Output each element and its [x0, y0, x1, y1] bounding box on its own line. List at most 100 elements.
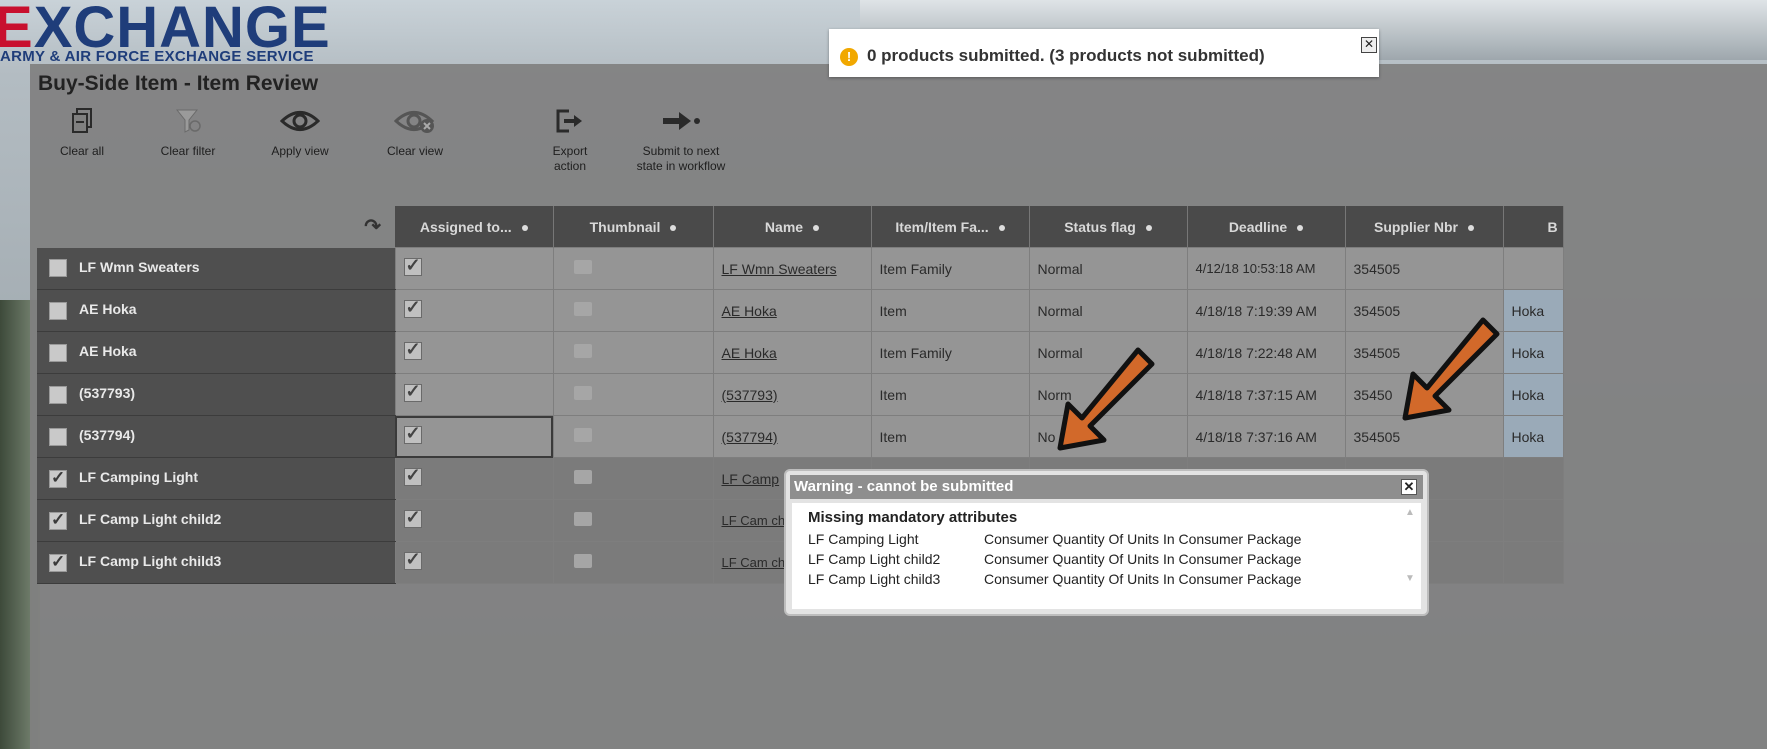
- row-checkbox[interactable]: [49, 468, 67, 488]
- thumbnail-image: [573, 470, 592, 484]
- clear-view-button[interactable]: Clear view: [374, 108, 456, 159]
- column-menu-icon[interactable]: [1145, 224, 1152, 231]
- item-type: Item Family: [870, 247, 1030, 290]
- brand: [1502, 457, 1564, 500]
- table-row[interactable]: (537794) (537794) Item No 4/18/18 7:37:1…: [37, 415, 1564, 458]
- name-link[interactable]: LF Camp: [722, 471, 780, 487]
- logo-subtitle: ARMY & AIR FORCE EXCHANGE SERVICE: [0, 48, 314, 65]
- status-flag: Normal: [1028, 289, 1188, 332]
- row-label: AE Hoka: [79, 301, 137, 318]
- row-checkbox[interactable]: [49, 427, 67, 446]
- name-link[interactable]: AE Hoka: [722, 303, 777, 319]
- clear-all-button[interactable]: Clear all: [52, 108, 112, 159]
- name-link[interactable]: LF Wmn Sweaters: [722, 261, 837, 277]
- row-checkbox[interactable]: [49, 552, 67, 572]
- eye-clear-icon: [374, 108, 456, 138]
- annotation-arrow-icon: [1402, 317, 1500, 421]
- column-assigned[interactable]: Assigned to...: [395, 206, 554, 248]
- row-label: LF Camping Light: [79, 469, 198, 486]
- column-name[interactable]: Name: [713, 206, 872, 248]
- deadline: 4/12/18 10:53:18 AM: [1186, 247, 1346, 290]
- column-brand[interactable]: B: [1503, 206, 1564, 248]
- row-checkbox[interactable]: [49, 385, 67, 404]
- brand: [1502, 541, 1564, 584]
- supplier-nbr: 354505: [1344, 247, 1504, 290]
- row-checkbox[interactable]: [49, 510, 67, 530]
- logo-trademark: ™: [318, 8, 327, 18]
- column-menu-icon[interactable]: [1468, 224, 1474, 231]
- warning-dialog-header: Warning - cannot be submitted ✕: [790, 475, 1423, 499]
- scrollbar[interactable]: ▲ ▼: [1403, 507, 1417, 605]
- thumbnail-image: [573, 260, 592, 274]
- page-title: Buy-Side Item - Item Review: [38, 72, 319, 95]
- clear-filter-button[interactable]: Clear filter: [148, 108, 228, 159]
- row-label: LF Camp Light child3: [79, 553, 222, 570]
- column-menu-icon[interactable]: [670, 224, 677, 231]
- assigned-checkbox[interactable]: [403, 465, 422, 486]
- thumbnail-image: [573, 428, 592, 442]
- apply-view-button[interactable]: Apply view: [260, 108, 340, 159]
- thumbnail-image: [573, 386, 592, 400]
- table-row[interactable]: (537793) (537793) Item Norm 4/18/18 7:37…: [37, 373, 1564, 416]
- submit-arrow-icon: [626, 108, 736, 138]
- column-supplier-nbr[interactable]: Supplier Nbr: [1345, 206, 1504, 248]
- assigned-checkbox[interactable]: [403, 381, 422, 402]
- brand: [1502, 499, 1564, 542]
- close-icon[interactable]: ✕: [1401, 479, 1417, 495]
- warning-dialog-body: Missing mandatory attributes LF Camping …: [792, 503, 1421, 609]
- close-icon[interactable]: ✕: [1361, 37, 1377, 53]
- export-action-button[interactable]: Export action: [535, 108, 605, 174]
- column-menu-icon[interactable]: [1297, 224, 1304, 231]
- thumbnail-image: [573, 554, 592, 568]
- table-row[interactable]: AE Hoka AE Hoka Item Normal 4/18/18 7:19…: [37, 289, 1564, 332]
- brand: Hoka: [1502, 331, 1564, 374]
- row-label: (537793): [79, 385, 136, 402]
- assigned-checkbox[interactable]: [403, 423, 422, 444]
- row-label: AE Hoka: [79, 343, 137, 360]
- clear-filter-icon: [148, 108, 228, 138]
- clear-all-label: Clear all: [59, 144, 104, 158]
- assigned-checkbox[interactable]: [403, 297, 422, 318]
- item-type: Item: [870, 289, 1030, 332]
- row-checkbox[interactable]: [49, 259, 67, 278]
- brand: Hoka: [1502, 415, 1564, 458]
- clear-filter-label: Clear filter: [160, 144, 216, 158]
- table-row[interactable]: AE Hoka AE Hoka Item Family Normal 4/18/…: [37, 331, 1564, 374]
- row-checkbox[interactable]: [49, 343, 67, 362]
- export-action-label: Export action: [552, 144, 588, 173]
- deadline: 4/18/18 7:22:48 AM: [1186, 331, 1346, 374]
- assigned-checkbox[interactable]: [403, 507, 422, 528]
- column-status-flag[interactable]: Status flag: [1029, 206, 1188, 248]
- name-link[interactable]: (537794): [722, 429, 778, 445]
- name-link[interactable]: AE Hoka: [722, 345, 777, 361]
- deadline: 4/18/18 7:37:16 AM: [1186, 415, 1346, 458]
- item-type: Item: [870, 415, 1030, 458]
- curve-arrow-icon[interactable]: ↷: [364, 216, 381, 238]
- brand: [1502, 247, 1564, 290]
- assigned-checkbox[interactable]: [403, 255, 422, 276]
- assigned-checkbox[interactable]: [403, 549, 422, 570]
- name-link[interactable]: (537793): [722, 387, 778, 403]
- row-label: (537794): [79, 427, 136, 444]
- submit-workflow-button[interactable]: Submit to next state in workflow: [626, 108, 736, 174]
- item-type: Item: [870, 373, 1030, 416]
- missing-attribute-row: LF Camp Light child3 Consumer Quantity Of…: [808, 571, 1302, 587]
- deadline: 4/18/18 7:19:39 AM: [1186, 289, 1346, 332]
- table-row[interactable]: LF Wmn Sweaters LF Wmn Sweaters Item Fam…: [37, 247, 1564, 290]
- deadline: 4/18/18 7:37:15 AM: [1186, 373, 1346, 416]
- eye-icon: [260, 108, 340, 138]
- thumbnail-image: [573, 512, 592, 526]
- thumbnail-image: [573, 302, 592, 316]
- item-review-panel: Buy-Side Item - Item Review Clear all Cl…: [30, 64, 1767, 749]
- column-thumbnail[interactable]: Thumbnail: [553, 206, 714, 248]
- missing-attribute-row: LF Camping Light Consumer Quantity Of Uni…: [808, 531, 1302, 547]
- row-checkbox[interactable]: [49, 301, 67, 320]
- assigned-checkbox[interactable]: [403, 339, 422, 360]
- column-deadline[interactable]: Deadline: [1187, 206, 1346, 248]
- warning-dialog: Warning - cannot be submitted ✕ Missing …: [784, 469, 1429, 616]
- column-menu-icon[interactable]: [521, 224, 528, 231]
- column-menu-icon[interactable]: [998, 224, 1005, 231]
- brand: Hoka: [1502, 373, 1564, 416]
- column-item-family[interactable]: Item/Item Fa...: [871, 206, 1030, 248]
- column-menu-icon[interactable]: [813, 224, 820, 231]
